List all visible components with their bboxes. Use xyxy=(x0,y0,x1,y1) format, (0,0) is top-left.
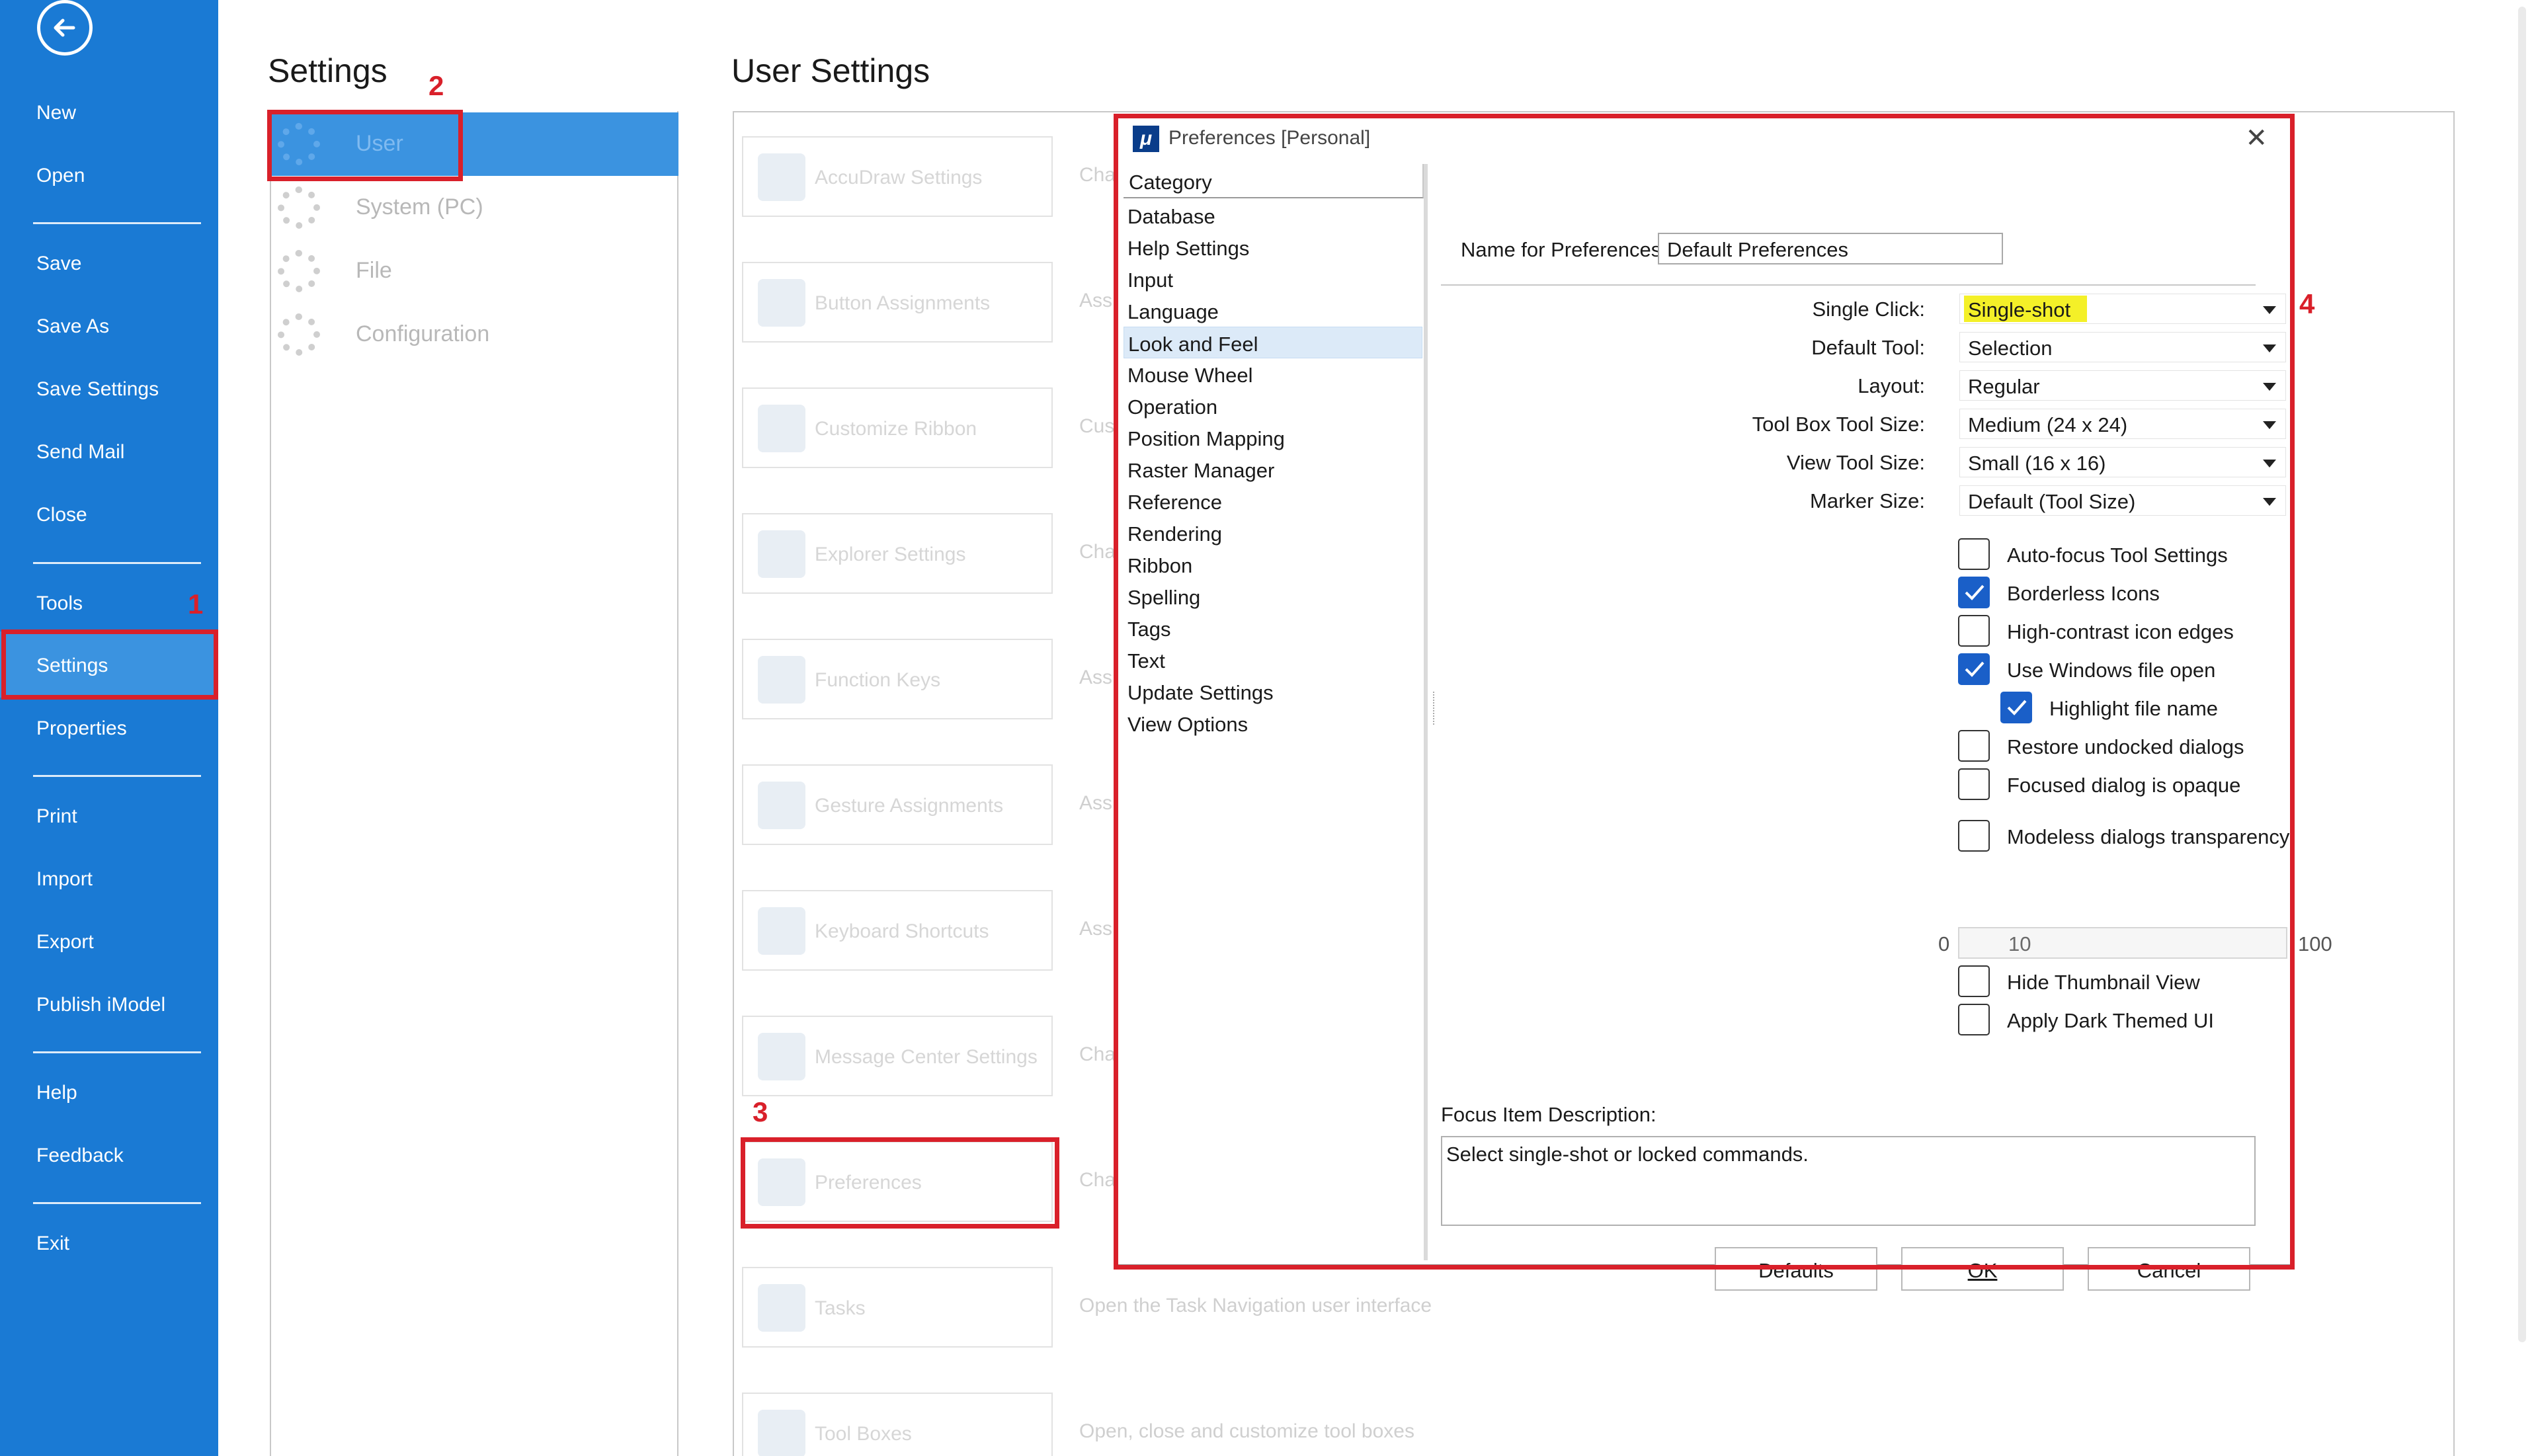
nav-item-tools[interactable]: Tools xyxy=(36,592,83,615)
gear-icon xyxy=(278,186,320,229)
function-keys-icon xyxy=(758,656,805,704)
annotation-box-dialog xyxy=(1114,114,2295,1270)
nav-separator xyxy=(33,1202,201,1204)
scrollbar-thumb[interactable] xyxy=(2518,7,2526,1342)
tile-description: Ass xyxy=(1079,667,1113,688)
tile-description: Ass xyxy=(1079,792,1113,814)
settings-item-file[interactable]: File xyxy=(271,239,678,303)
nav-item-exit[interactable]: Exit xyxy=(36,1233,69,1255)
annotation-number-1: 1 xyxy=(188,588,204,620)
annotation-box-2 xyxy=(267,110,463,181)
user-settings-title: User Settings xyxy=(731,52,930,89)
nav-item-publish-imodel[interactable]: Publish iModel xyxy=(36,994,165,1016)
app-window: New Open Save Save As Save Settings Send… xyxy=(0,0,2536,1456)
gesture-icon xyxy=(758,782,805,829)
nav-item-export[interactable]: Export xyxy=(36,931,94,953)
tile-description: Cha xyxy=(1079,164,1116,186)
tile-description: Cha xyxy=(1079,541,1116,563)
message-center-icon xyxy=(758,1033,805,1080)
nav-item-send-mail[interactable]: Send Mail xyxy=(36,441,124,464)
tile-gesture-assignments[interactable]: Gesture Assignments xyxy=(742,764,1053,845)
tile-tool-boxes[interactable]: Tool Boxes xyxy=(742,1393,1053,1456)
settings-item-configuration[interactable]: Configuration xyxy=(271,303,678,366)
tile-accudraw-settings[interactable]: AccuDraw Settings xyxy=(742,136,1053,217)
tile-customize-ribbon[interactable]: Customize Ribbon xyxy=(742,387,1053,468)
nav-item-close[interactable]: Close xyxy=(36,504,87,526)
nav-separator xyxy=(33,562,201,564)
page-scrollbar[interactable] xyxy=(2517,0,2530,1456)
settings-title: Settings xyxy=(268,52,388,89)
tasks-icon xyxy=(758,1284,805,1332)
gear-icon xyxy=(278,250,320,292)
settings-item-system[interactable]: System (PC) xyxy=(271,176,678,239)
nav-separator xyxy=(33,1051,201,1053)
tile-description: Cha xyxy=(1079,1169,1116,1191)
toolbox-icon xyxy=(758,1410,805,1456)
tile-label: Message Center Settings xyxy=(815,1046,1038,1068)
nav-separator xyxy=(33,222,201,224)
annotation-number-2: 2 xyxy=(429,70,444,101)
explorer-icon xyxy=(758,530,805,578)
nav-item-save-settings[interactable]: Save Settings xyxy=(36,378,159,401)
tile-description: Ass xyxy=(1079,290,1113,311)
backstage-nav: New Open Save Save As Save Settings Send… xyxy=(0,0,218,1456)
tile-keyboard-shortcuts[interactable]: Keyboard Shortcuts xyxy=(742,890,1053,971)
nav-item-help[interactable]: Help xyxy=(36,1082,77,1104)
settings-item-label: System (PC) xyxy=(356,194,483,220)
tile-button-assignments[interactable]: Button Assignments xyxy=(742,262,1053,343)
annotation-number-4: 4 xyxy=(2299,288,2315,319)
annotation-box-3 xyxy=(741,1137,1059,1229)
nav-item-save[interactable]: Save xyxy=(36,253,81,275)
nav-item-feedback[interactable]: Feedback xyxy=(36,1145,124,1167)
tile-label: Keyboard Shortcuts xyxy=(815,920,989,942)
tile-label: Gesture Assignments xyxy=(815,795,1004,817)
settings-item-label: Configuration xyxy=(356,321,490,346)
tile-explorer-settings[interactable]: Explorer Settings xyxy=(742,513,1053,594)
tile-label: AccuDraw Settings xyxy=(815,167,983,188)
tile-description: Ass xyxy=(1079,918,1113,940)
nav-item-save-as[interactable]: Save As xyxy=(36,315,109,338)
tile-label: Tasks xyxy=(815,1297,866,1319)
nav-item-import[interactable]: Import xyxy=(36,868,93,891)
nav-item-properties[interactable]: Properties xyxy=(36,717,127,740)
tile-tasks[interactable]: Tasks xyxy=(742,1267,1053,1348)
tile-label: Function Keys xyxy=(815,669,941,691)
tile-description: Cha xyxy=(1079,1043,1116,1065)
tile-label: Explorer Settings xyxy=(815,544,966,565)
gear-icon xyxy=(278,313,320,356)
annotation-number-3: 3 xyxy=(753,1096,768,1127)
slider-max-label: 100 xyxy=(2298,932,2332,955)
tile-description: Open, close and customize tool boxes xyxy=(1079,1420,1414,1442)
nav-item-print[interactable]: Print xyxy=(36,805,77,828)
tile-label: Tool Boxes xyxy=(815,1423,912,1445)
settings-list: User System (PC) File Configuration xyxy=(270,111,678,1456)
nav-item-open[interactable]: Open xyxy=(36,165,85,187)
tile-description: Open the Task Navigation user interface xyxy=(1079,1295,1432,1316)
keyboard-icon xyxy=(758,907,805,955)
back-button[interactable] xyxy=(37,0,93,56)
nav-item-new[interactable]: New xyxy=(36,102,76,124)
nav-separator xyxy=(33,775,201,777)
settings-item-label: File xyxy=(356,258,392,283)
tile-description: Cus xyxy=(1079,415,1115,437)
mouse-icon xyxy=(758,279,805,327)
ribbon-icon xyxy=(758,405,805,452)
accudraw-icon xyxy=(758,153,805,201)
tile-function-keys[interactable]: Function Keys xyxy=(742,639,1053,719)
tile-label: Button Assignments xyxy=(815,292,991,314)
tile-label: Customize Ribbon xyxy=(815,418,977,440)
annotation-box-1 xyxy=(1,629,218,700)
back-arrow-icon xyxy=(54,19,75,37)
tile-message-center-settings[interactable]: Message Center Settings xyxy=(742,1016,1053,1096)
